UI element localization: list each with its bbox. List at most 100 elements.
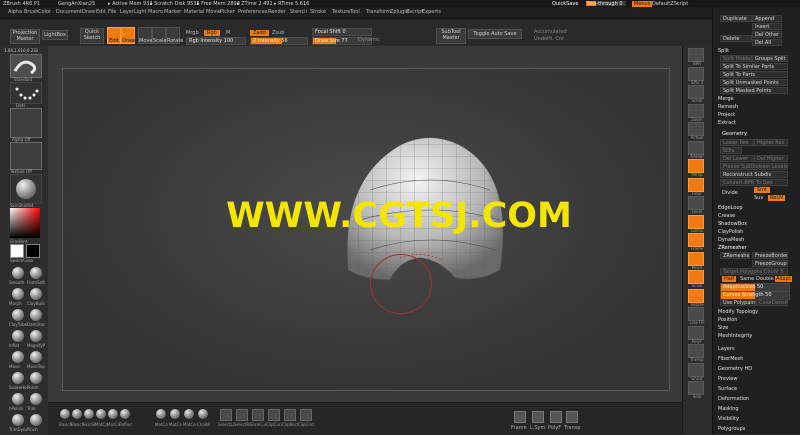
color-density-slider[interactable]: ColorDensity (756, 299, 788, 306)
section-preview[interactable]: Preview (718, 376, 737, 382)
insert-button[interactable]: Insert (752, 23, 782, 30)
switch-color-button[interactable]: SwitchColor (10, 258, 34, 263)
projection-master-button[interactable]: Projection Master (10, 29, 40, 44)
polyf-button[interactable]: PolyF (548, 425, 561, 431)
scale-icon[interactable] (688, 270, 704, 284)
menu-transform[interactable]: Transform (366, 9, 391, 15)
ghost-icon[interactable] (688, 363, 704, 377)
split-hidden-button[interactable]: Split Hidden (720, 55, 752, 62)
menu-light[interactable]: Light (134, 9, 146, 15)
menu-preferences[interactable]: Preferences (238, 9, 267, 15)
freeze-groups-button[interactable]: FreezeGroups (752, 260, 788, 267)
aahalf-icon[interactable] (688, 141, 704, 155)
section-geometry-hd[interactable]: Geometry HD (718, 366, 752, 372)
menu-edit[interactable]: Edit (96, 9, 106, 15)
material-reflectedmap-icon[interactable] (120, 409, 130, 419)
material-skinshade-icon[interactable] (84, 409, 94, 419)
modify-topology-section[interactable]: Modify Topology (718, 309, 758, 315)
material-matcapgray-icon[interactable] (108, 409, 118, 419)
menu-color[interactable]: Color (38, 9, 51, 15)
transp-button[interactable]: Transp (564, 425, 580, 431)
suv-toggle[interactable]: Suv (754, 195, 763, 201)
menu-alpha[interactable]: Alpha (8, 9, 22, 15)
brush-magnifypinch-icon[interactable] (30, 330, 42, 342)
half-toggle[interactable]: Half (722, 276, 736, 282)
tool-clipcircle-icon[interactable] (300, 409, 312, 421)
brush-thumbnail[interactable] (10, 54, 42, 78)
zadd-toggle[interactable]: Zadd (250, 30, 269, 36)
dynamesh-section[interactable]: DynaMesh (718, 237, 744, 243)
move-icon[interactable] (688, 252, 704, 266)
reuv-toggle[interactable]: ReUV (768, 195, 785, 201)
z-intensity-slider[interactable]: Z Intensity 56 (250, 37, 308, 45)
del-all-button[interactable]: Del All (752, 39, 782, 46)
extract-section[interactable]: Extract (718, 120, 736, 126)
zsub-toggle[interactable]: Zsub (272, 30, 284, 36)
remesh-section[interactable]: Remesh (718, 104, 738, 110)
crease-section[interactable]: Crease (718, 213, 735, 219)
solo-icon[interactable] (688, 381, 704, 395)
delete-button[interactable]: Delete (720, 35, 752, 42)
menu-texture[interactable]: Texture (332, 9, 350, 15)
brush-move-icon[interactable] (12, 351, 24, 363)
seethrough-slider[interactable]: See-through 0 (586, 1, 626, 6)
alpha-thumbnail[interactable] (10, 108, 42, 138)
project-section[interactable]: Project (718, 112, 735, 118)
texture-thumbnail[interactable] (10, 142, 42, 170)
sdiv-slider[interactable]: SDiv (720, 147, 742, 154)
menu-layer[interactable]: Layer (120, 9, 134, 15)
zoom-icon[interactable] (688, 104, 704, 118)
rotate-icon[interactable] (688, 289, 704, 303)
menu-render[interactable]: Render (268, 9, 286, 15)
toggle-auto-save-button[interactable]: Toggle Auto Save (468, 29, 522, 39)
brush-trim-icon[interactable] (30, 393, 42, 405)
brush-morph-icon[interactable] (12, 288, 24, 300)
color-picker[interactable] (10, 208, 40, 238)
brush-inflat-icon[interactable] (12, 330, 24, 342)
geometry-section[interactable]: Geometry (722, 131, 747, 137)
mrgb-toggle[interactable]: Mrgb (186, 30, 199, 36)
brush-smooth-icon[interactable] (12, 267, 24, 279)
section-visibility[interactable]: Visibility (718, 416, 739, 422)
divide-button[interactable]: Divide (722, 190, 738, 196)
size-section[interactable]: Size (718, 325, 728, 331)
smt-toggle[interactable]: Smt (754, 187, 770, 193)
shadowbox-section[interactable]: ShadowBox (718, 221, 747, 227)
main-color-swatch[interactable] (10, 244, 24, 258)
persp-icon[interactable] (688, 159, 704, 173)
menu-experts[interactable]: Experts (422, 9, 441, 15)
same-toggle[interactable]: Same (740, 276, 754, 282)
brush-claybuildup-icon[interactable] (30, 288, 42, 300)
menu-picker[interactable]: Picker (220, 9, 235, 15)
edgeloop-section[interactable]: EdgeLoop (718, 205, 743, 211)
convert-bpr-button[interactable]: Convert BPR To Geo (720, 179, 788, 186)
m-toggle[interactable]: M (226, 30, 230, 36)
stroke-thumbnail[interactable] (10, 82, 42, 104)
tool-clipcurve-icon[interactable] (268, 409, 280, 421)
material-basicmat-icon[interactable] (60, 409, 70, 419)
menu-stencil[interactable]: Stencil (290, 9, 307, 15)
menu-macro[interactable]: Macro (148, 9, 163, 15)
brush-hpolish-icon[interactable] (12, 393, 24, 405)
scroll-icon[interactable] (688, 85, 704, 99)
mesh-integrity-section[interactable]: MeshIntegrity (718, 333, 752, 339)
claypolish-section[interactable]: ClayPolish (718, 229, 743, 235)
menu-document[interactable]: Document (56, 9, 82, 15)
brush-polish-icon[interactable] (30, 372, 42, 384)
focal-shift-slider[interactable]: Focal Shift 0 (312, 28, 372, 36)
menu-brush[interactable]: Brush (24, 9, 38, 15)
lsym-button[interactable]: L.Sym (530, 425, 545, 431)
del-higher-button[interactable]: Del Higher (754, 155, 788, 162)
scale-button[interactable]: Scale (152, 27, 166, 44)
material-matcap-icon[interactable] (96, 409, 106, 419)
polyf-icon[interactable] (688, 326, 704, 340)
section-layers[interactable]: Layers (718, 346, 735, 352)
groups-split-button[interactable]: Groups Split (752, 55, 788, 62)
rgb-toggle[interactable]: Rgb (204, 30, 220, 36)
higher-res-button[interactable]: Higher Res (754, 139, 788, 146)
brush-claytubes-icon[interactable] (12, 309, 24, 321)
menu-movie[interactable]: Movie (206, 9, 221, 15)
adapt-toggle[interactable]: Adapt (775, 276, 792, 282)
subtool-master-button[interactable]: SubTool Master (436, 28, 466, 44)
brush-damstandard-icon[interactable] (30, 309, 42, 321)
